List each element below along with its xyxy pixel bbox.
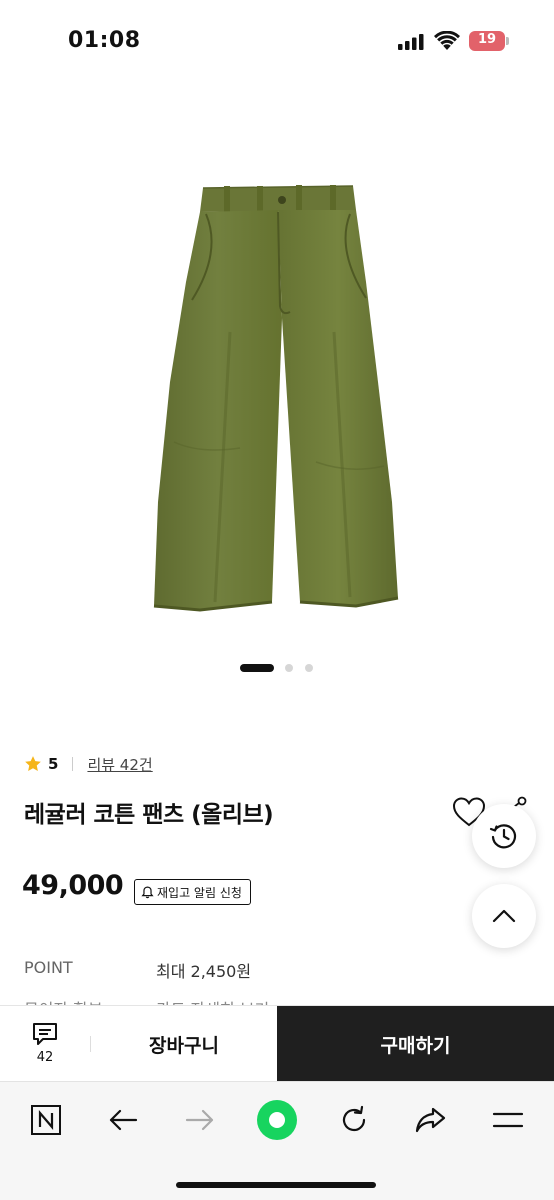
point-label: POINT <box>24 958 73 977</box>
scroll-to-top-button[interactable] <box>472 884 536 948</box>
status-time: 01:08 <box>68 28 141 53</box>
comment-icon <box>33 1023 57 1045</box>
rating-row: 5 리뷰 42건 <box>24 752 153 776</box>
recent-history-button[interactable] <box>472 804 536 868</box>
menu-icon <box>492 1112 524 1128</box>
buy-now-button[interactable]: 구매하기 <box>277 1006 554 1082</box>
menu-button[interactable] <box>486 1100 530 1140</box>
green-circle-icon <box>257 1100 297 1140</box>
point-value: 최대 2,450원 <box>156 962 252 981</box>
carousel-dot-active[interactable] <box>240 664 274 672</box>
home-indicator[interactable] <box>176 1182 376 1188</box>
share-button[interactable] <box>409 1100 453 1140</box>
carousel-dot[interactable] <box>305 664 313 672</box>
history-clock-icon <box>489 824 517 849</box>
comment-count: 42 <box>36 1050 54 1065</box>
back-button[interactable] <box>101 1100 145 1140</box>
product-image[interactable] <box>0 82 554 692</box>
review-count-link[interactable]: 리뷰 42건 <box>87 754 152 775</box>
divider <box>72 757 74 771</box>
green-dot-button[interactable] <box>255 1100 299 1140</box>
chevron-up-icon <box>492 909 516 923</box>
add-to-cart-button[interactable]: 장바구니 <box>91 1006 277 1082</box>
bell-icon <box>141 886 154 898</box>
rating-value: 5 <box>48 755 59 773</box>
purchase-bar: 42 장바구니 구매하기 <box>0 1005 554 1082</box>
reload-icon <box>342 1105 366 1132</box>
battery-icon: 19 <box>469 31 509 51</box>
carousel-dots[interactable] <box>0 664 554 674</box>
star-icon <box>25 756 41 771</box>
restock-alert-label: 재입고 알림 신청 <box>157 885 242 900</box>
status-bar: 01:08 19 <box>0 0 554 82</box>
cellular-signal-icon <box>398 34 424 50</box>
naver-home-button[interactable] <box>24 1100 68 1140</box>
share-arrow-icon <box>415 1107 446 1133</box>
naver-home-icon <box>31 1105 61 1135</box>
back-arrow-icon <box>109 1109 138 1131</box>
point-row: POINT 최대 2,450원 <box>24 958 324 981</box>
comments-button[interactable]: 42 <box>0 1006 90 1082</box>
browser-toolbar <box>0 1081 554 1200</box>
product-price: 49,000 <box>22 870 124 901</box>
reload-button[interactable] <box>332 1100 376 1140</box>
carousel-dot[interactable] <box>285 664 293 672</box>
forward-button[interactable] <box>178 1100 222 1140</box>
wifi-icon <box>434 31 460 50</box>
battery-level: 19 <box>477 32 497 47</box>
forward-arrow-icon <box>185 1109 214 1131</box>
restock-alert-button[interactable]: 재입고 알림 신청 <box>134 879 251 905</box>
product-title: 레귤러 코튼 팬츠 (올리브) <box>24 802 274 828</box>
